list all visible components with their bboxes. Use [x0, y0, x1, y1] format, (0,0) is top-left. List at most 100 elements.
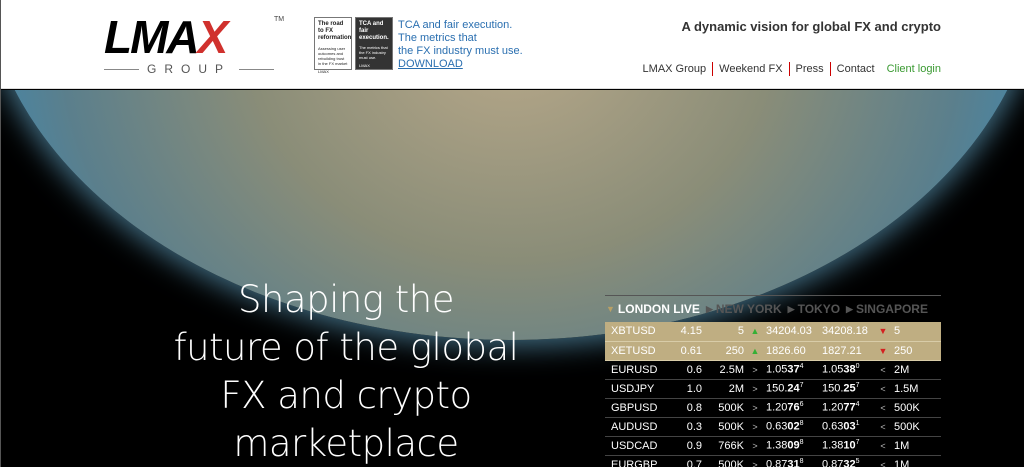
arrow-up-icon: ▲ — [750, 345, 760, 356]
lmax-logo[interactable]: LMAX TM GROUP — [104, 11, 284, 76]
price-fraction: 1 — [855, 420, 860, 428]
direction-cell: ▲ — [747, 341, 763, 361]
ticker-row[interactable]: XBTUSD 4.15 5 ▲ 34204.03 34208.18 ▼ 5 — [605, 322, 941, 342]
thumbnail-tag: LMAX — [359, 63, 370, 68]
symbol-cell: AUDUSD — [605, 417, 675, 437]
price-fraction: 4 — [855, 401, 860, 409]
headline-line: marketplace — [233, 422, 459, 465]
ticker-row[interactable]: EURUSD 0.6 2.5M >1.05374 1.05380 <2M — [605, 360, 941, 380]
headline-line: Shaping the — [237, 278, 455, 321]
price-pips: 10 — [843, 439, 856, 452]
volume-cell: 500K — [891, 417, 941, 437]
spread-cell: 0.9 — [675, 436, 705, 456]
greater-than-icon: > — [752, 364, 758, 375]
tca-promo: TCA and fair execution. The metrics that… — [398, 19, 523, 71]
price-fraction: 8 — [799, 458, 804, 466]
page: LMAX TM GROUP The road to FX reformation… — [0, 0, 1024, 467]
greater-than-icon: > — [752, 383, 758, 394]
bid-cell: 0.87318 — [763, 455, 819, 467]
logo-mark: LMAX — [104, 11, 228, 63]
site-header: LMAX TM GROUP The road to FX reformation… — [1, 0, 1024, 89]
city-tab[interactable]: TOKYO — [798, 302, 840, 316]
triangle-right-icon: ▶ — [846, 303, 853, 314]
symbol-cell: USDJPY — [605, 379, 675, 399]
city-tab[interactable]: LONDON LIVE — [618, 302, 700, 316]
triangle-down-icon: ▼ — [606, 304, 615, 314]
logo-group: GROUP — [104, 62, 275, 76]
client-login-link[interactable]: Client login — [881, 62, 941, 76]
direction-cell: < — [875, 379, 891, 399]
nav-weekend-fx[interactable]: Weekend FX — [713, 62, 790, 76]
ask-cell: 34208.18 — [819, 322, 875, 342]
headline-line: future of the global — [173, 326, 519, 369]
direction-cell: ▲ — [747, 322, 763, 342]
thumbnail-tag: LMAX — [318, 69, 329, 74]
price-fraction: 6 — [799, 401, 804, 409]
city-tab[interactable]: SINGAPORE — [856, 302, 928, 316]
ticker-row[interactable]: USDCAD 0.9 766K >1.38098 1.38107 <1M — [605, 436, 941, 456]
ticker-row[interactable]: XETUSD 0.61 250 ▲ 1826.60 1827.21 ▼ 250 — [605, 341, 941, 361]
less-than-icon: < — [880, 440, 886, 451]
symbol-cell: XBTUSD — [605, 322, 675, 342]
volume-cell: 1M — [891, 455, 941, 467]
city-tabs: ▼ LONDON LIVE ▶ NEW YORK ▶ TOKYO ▶ SINGAPORE — [605, 296, 941, 322]
direction-cell: > — [747, 436, 763, 456]
price-base: 0.87 — [822, 458, 844, 467]
less-than-icon: < — [880, 402, 886, 413]
triangle-right-icon: ▶ — [787, 303, 795, 314]
price-table: XBTUSD 4.15 5 ▲ 34204.03 34208.18 ▼ 5 XETUSD 0.61… — [605, 322, 941, 467]
ticker-row[interactable]: AUDUSD 0.3 500K >0.63028 0.63031 <500K — [605, 417, 941, 437]
size-cell: 766K — [705, 436, 747, 456]
size-cell: 5 — [705, 322, 747, 342]
nav-contact[interactable]: Contact — [831, 62, 881, 76]
price-pips: 37 — [787, 363, 800, 376]
direction-cell: < — [875, 455, 891, 467]
price-base: 1.38 — [822, 439, 844, 452]
ticker-row[interactable]: GBPUSD 0.8 500K >1.20766 1.20774 <500K — [605, 398, 941, 418]
price-fraction: 0 — [855, 363, 860, 371]
price-base: 0.87 — [766, 458, 788, 467]
price-pips: 24 — [787, 382, 800, 395]
price-fraction: 8 — [799, 439, 804, 447]
price-base: 1.38 — [766, 439, 788, 452]
tca-line-3: the FX industry must use. — [398, 45, 523, 57]
city-tab[interactable]: NEW YORK — [716, 302, 782, 316]
spread-cell: 4.15 — [675, 322, 705, 342]
ticker-row[interactable]: USDJPY 1.0 2M >150.247 150.257 <1.5M — [605, 379, 941, 399]
ticker-row[interactable]: EURGBP 0.7 500K >0.87318 0.87325 <1M — [605, 455, 941, 467]
bid-cell: 1.38098 — [763, 436, 819, 456]
bid-cell: 34204.03 — [763, 322, 819, 342]
bid-cell: 1.05374 — [763, 360, 819, 380]
price-pips: 09 — [787, 439, 800, 452]
report-thumbnail-fx-reformation[interactable]: The road to FX reformation Assessing use… — [314, 17, 352, 74]
ask-cell: 150.257 — [819, 379, 875, 399]
ask-cell: 1.20774 — [819, 398, 875, 418]
less-than-icon: < — [880, 459, 886, 467]
top-nav: LMAX Group Weekend FX Press Contact Clie… — [637, 62, 941, 76]
bid-cell: 1.20766 — [763, 398, 819, 418]
bid-cell: 150.247 — [763, 379, 819, 399]
price-base: 150. — [766, 382, 788, 395]
logo-rule-right — [239, 68, 275, 70]
download-link[interactable]: DOWNLOAD — [398, 58, 523, 71]
price-fraction: 7 — [855, 439, 860, 447]
nav-lmax-group[interactable]: LMAX Group — [637, 62, 714, 76]
price-base: 1.05 — [766, 363, 788, 376]
nav-press[interactable]: Press — [790, 62, 831, 76]
spread-cell: 0.6 — [675, 360, 705, 380]
price-ticker: ▼ LONDON LIVE ▶ NEW YORK ▶ TOKYO ▶ SINGAPORE XB… — [605, 295, 941, 467]
volume-cell: 500K — [891, 398, 941, 418]
direction-cell: < — [875, 417, 891, 437]
greater-than-icon: > — [752, 402, 758, 413]
volume-cell: 1.5M — [891, 379, 941, 399]
spread-cell: 0.8 — [675, 398, 705, 418]
logo-rule-left — [104, 68, 139, 70]
tagline: A dynamic vision for global FX and crypt… — [681, 19, 941, 34]
direction-cell: > — [747, 360, 763, 380]
price-base: 1.05 — [822, 363, 844, 376]
less-than-icon: < — [880, 383, 886, 394]
symbol-cell: EURUSD — [605, 360, 675, 380]
greater-than-icon: > — [752, 459, 758, 467]
arrow-down-icon: ▼ — [878, 326, 888, 337]
report-thumbnail-tca[interactable]: TCA and fair execution. The metrics that… — [355, 17, 393, 70]
